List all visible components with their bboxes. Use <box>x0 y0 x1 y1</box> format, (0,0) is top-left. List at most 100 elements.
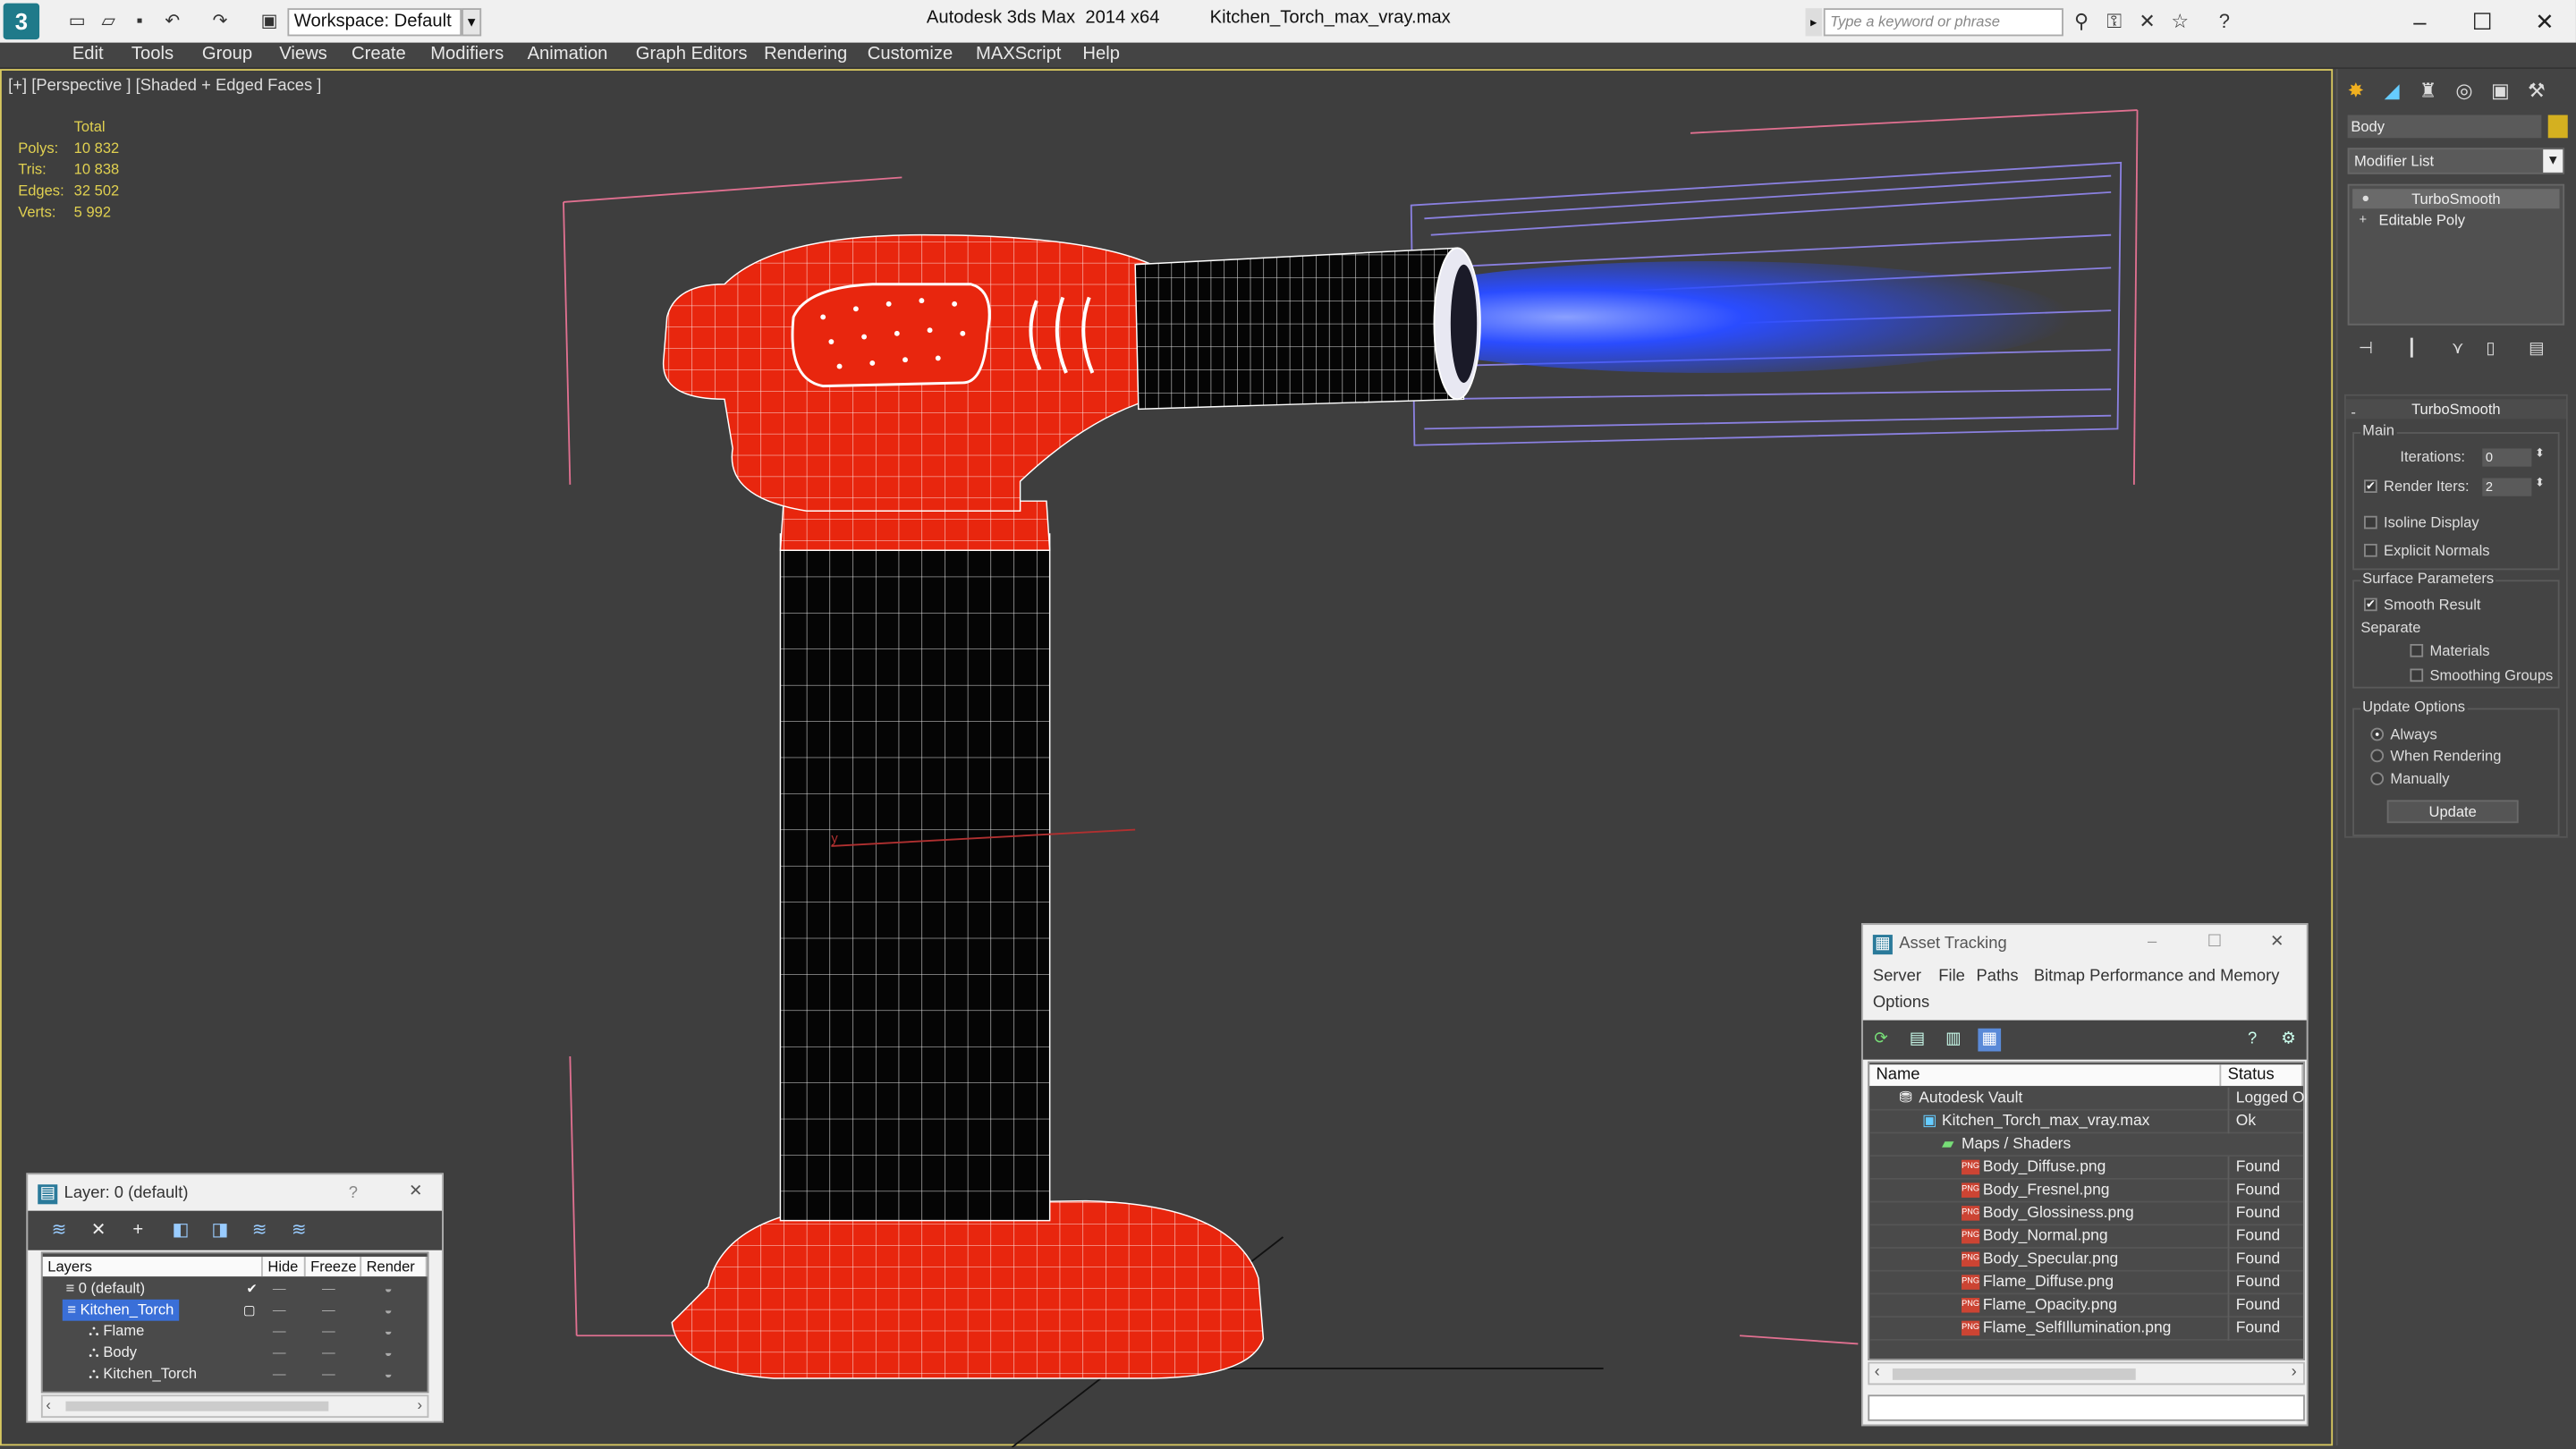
remove-modifier-icon[interactable]: ▯ <box>2479 338 2503 361</box>
asset-row[interactable]: PNG Body_Glossiness.png Found <box>1869 1202 2304 1226</box>
hide-all-icon[interactable]: ≋ <box>248 1219 271 1242</box>
freeze-toggle[interactable]: — <box>322 1300 335 1321</box>
menu-help[interactable]: Help <box>1082 45 1120 64</box>
search-expand-icon[interactable]: ▸ <box>1805 8 1822 37</box>
scroll-right-icon[interactable]: › <box>2292 1363 2297 1381</box>
menu-group[interactable]: Group <box>202 45 252 64</box>
rollout-header[interactable]: - TurboSmooth <box>2345 399 2566 422</box>
column-header-render[interactable]: Render <box>361 1257 428 1277</box>
asset-row[interactable]: PNG Flame_Opacity.png Found <box>1869 1294 2304 1318</box>
layer-row[interactable]: ≡ Kitchen_Torch ▢ — — ◒ <box>43 1299 428 1321</box>
redo-icon[interactable]: ↷ <box>208 10 232 33</box>
menu-options[interactable]: Options <box>1873 994 1929 1012</box>
render-teapot-icon[interactable]: ◒ <box>385 1300 393 1321</box>
hide-toggle[interactable]: — <box>273 1278 286 1300</box>
scroll-right-icon[interactable]: › <box>418 1396 423 1412</box>
app-logo-icon[interactable]: 3 <box>3 3 40 40</box>
hide-toggle[interactable]: — <box>273 1321 286 1343</box>
menu-rendering[interactable]: Rendering <box>764 45 847 64</box>
menu-create[interactable]: Create <box>352 45 406 64</box>
close-icon[interactable]: ✕ <box>2512 5 2576 38</box>
object-color-swatch[interactable] <box>2547 114 2568 139</box>
maximize-icon[interactable]: ☐ <box>2450 5 2515 38</box>
menu-views[interactable]: Views <box>279 45 327 64</box>
layer-row[interactable]: ≡ 0 (default) ✔ — — ◒ <box>43 1278 428 1300</box>
asset-row[interactable]: PNG Body_Fresnel.png Found <box>1869 1179 2304 1203</box>
menu-file[interactable]: File <box>1938 968 1965 986</box>
pin-stack-icon[interactable]: ⊣ <box>2354 338 2377 361</box>
refresh-icon[interactable]: ⟳ <box>1869 1029 1893 1052</box>
lightbulb-icon[interactable]: ● <box>2360 191 2373 206</box>
highlight-layer-icon[interactable]: ◨ <box>208 1219 232 1242</box>
star-icon[interactable]: ☆ <box>2168 10 2191 33</box>
motion-tab-icon[interactable]: ◎ <box>2450 75 2479 105</box>
save-icon[interactable]: ▪ <box>128 10 151 33</box>
stack-item-turbosmooth[interactable]: ● TurboSmooth <box>2352 189 2560 209</box>
display-tab-icon[interactable]: ▣ <box>2486 75 2515 105</box>
menu-tools[interactable]: Tools <box>131 45 174 64</box>
select-objects-icon[interactable]: ◧ <box>169 1219 192 1242</box>
render-teapot-icon[interactable]: ◒ <box>385 1278 393 1300</box>
horizontal-scrollbar[interactable]: ‹ › <box>1868 1361 2305 1385</box>
asset-row[interactable]: PNG Body_Specular.png Found <box>1869 1248 2304 1272</box>
current-layer-box[interactable]: ▢ <box>243 1300 256 1321</box>
layer-row[interactable]: ⛬ Body — — ◒ <box>43 1343 428 1364</box>
freeze-toggle[interactable]: — <box>322 1321 335 1343</box>
close-icon[interactable]: ✕ <box>2267 933 2287 953</box>
asset-row[interactable]: ▣ Kitchen_Torch_max_vray.max Ok <box>1869 1110 2304 1134</box>
minimize-icon[interactable]: – <box>2387 5 2453 38</box>
open-file-icon[interactable]: ▱ <box>97 10 120 33</box>
freeze-all-icon[interactable]: ≋ <box>287 1219 310 1242</box>
menu-edit[interactable]: Edit <box>72 45 104 64</box>
table-view-icon[interactable]: ▦ <box>1978 1028 2002 1052</box>
tree-view-icon[interactable]: ▥ <box>1942 1029 1965 1052</box>
isoline-display-checkbox[interactable] <box>2364 515 2377 530</box>
smooth-result-checkbox[interactable]: ✔ <box>2364 597 2377 612</box>
asset-row[interactable]: PNG Body_Diffuse.png Found <box>1869 1157 2304 1180</box>
column-header-name[interactable]: Name <box>1869 1064 2222 1087</box>
modify-tab-icon[interactable]: ◢ <box>2377 75 2407 105</box>
list-view-icon[interactable]: ▤ <box>1906 1029 1929 1052</box>
scrollbar-thumb[interactable] <box>65 1401 329 1411</box>
help-icon[interactable]: ? <box>2241 1029 2264 1052</box>
render-teapot-icon[interactable]: ◒ <box>385 1343 393 1364</box>
collapse-icon[interactable]: - <box>2351 402 2356 422</box>
render-iters-spinner[interactable]: 2 <box>2482 478 2532 496</box>
layer-row[interactable]: ⛬ Flame — — ◒ <box>43 1321 428 1343</box>
object-name-field[interactable]: Body <box>2347 114 2542 139</box>
scrollbar-thumb[interactable] <box>1892 1368 2136 1380</box>
chevron-down-icon[interactable]: ▼ <box>2543 149 2563 173</box>
chevron-down-icon[interactable]: ▼ <box>462 8 482 37</box>
menu-paths[interactable]: Paths <box>1977 968 2019 986</box>
render-teapot-icon[interactable]: ◒ <box>385 1321 393 1343</box>
exchange-icon[interactable]: ✕ <box>2136 10 2159 33</box>
minimize-icon[interactable]: – <box>2142 933 2162 953</box>
freeze-toggle[interactable]: — <box>322 1343 335 1364</box>
maximize-icon[interactable]: ☐ <box>2205 933 2224 953</box>
hide-toggle[interactable]: — <box>273 1300 286 1321</box>
settings-icon[interactable]: ⚙ <box>2277 1029 2301 1052</box>
menu-maxscript[interactable]: MAXScript <box>976 45 1061 64</box>
freeze-toggle[interactable]: — <box>322 1363 335 1385</box>
asset-row[interactable]: ▰ Maps / Shaders <box>1869 1133 2304 1157</box>
binoculars-icon[interactable]: ⚲ <box>2070 10 2093 33</box>
menu-customize[interactable]: Customize <box>868 45 953 64</box>
workspace-dropdown[interactable]: Workspace: Default <box>287 8 462 37</box>
search-input[interactable]: Type a keyword or phrase <box>1823 8 2063 37</box>
when-rendering-radio[interactable] <box>2370 749 2385 763</box>
materials-checkbox[interactable] <box>2410 643 2424 657</box>
hide-toggle[interactable]: — <box>273 1343 286 1364</box>
create-layer-icon[interactable]: ≋ <box>47 1219 71 1242</box>
asset-row[interactable]: PNG Flame_SelfIllumination.png Found <box>1869 1318 2304 1341</box>
delete-layer-icon[interactable]: ✕ <box>87 1219 110 1242</box>
make-unique-icon[interactable]: ⋎ <box>2446 338 2470 361</box>
modifier-stack[interactable]: ● TurboSmooth + Editable Poly <box>2347 183 2565 326</box>
show-end-result-icon[interactable]: ┃ <box>2400 338 2423 361</box>
help-icon[interactable]: ? <box>2213 10 2236 33</box>
menu-modifiers[interactable]: Modifiers <box>430 45 504 64</box>
menu-bitmap-performance[interactable]: Bitmap Performance and Memory <box>2034 968 2280 986</box>
render-teapot-icon[interactable]: ◒ <box>385 1363 393 1385</box>
spinner-arrows-icon[interactable]: ⬍ <box>2535 477 2545 489</box>
scroll-left-icon[interactable]: ‹ <box>46 1396 51 1412</box>
hide-toggle[interactable]: — <box>273 1363 286 1385</box>
